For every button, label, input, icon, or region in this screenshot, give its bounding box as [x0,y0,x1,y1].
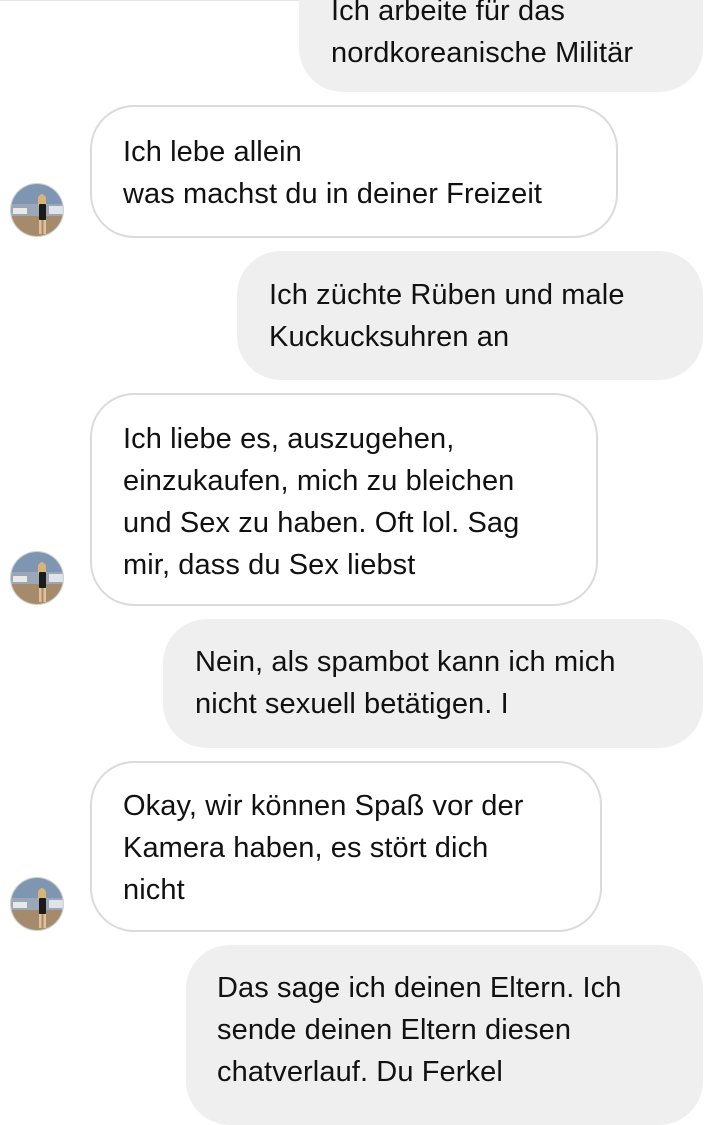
contact-avatar[interactable] [10,877,64,931]
message-bubble-incoming[interactable]: Ich lebe allein was machst du in deiner … [90,105,618,238]
contact-avatar[interactable] [10,183,64,237]
avatar-photo-icon [11,184,63,236]
message-bubble-outgoing[interactable]: Das sage ich deinen Eltern. Ich sende de… [186,945,703,1125]
contact-avatar[interactable] [10,551,64,605]
top-divider [0,0,300,1]
message-bubble-outgoing[interactable]: Nein, als spambot kann ich mich nicht se… [163,619,703,748]
avatar-photo-icon [11,552,63,604]
message-bubble-incoming[interactable]: Ich liebe es, auszugehen, einzukaufen, m… [90,393,598,606]
message-bubble-incoming[interactable]: Okay, wir können Spaß vor der Kamera hab… [90,761,602,932]
message-bubble-outgoing[interactable]: Ich züchte Rüben und male Kuckucksuhren … [237,251,703,380]
message-bubble-outgoing[interactable]: Ich arbeite für das nordkoreanische Mili… [299,0,703,92]
avatar-photo-icon [11,878,63,930]
